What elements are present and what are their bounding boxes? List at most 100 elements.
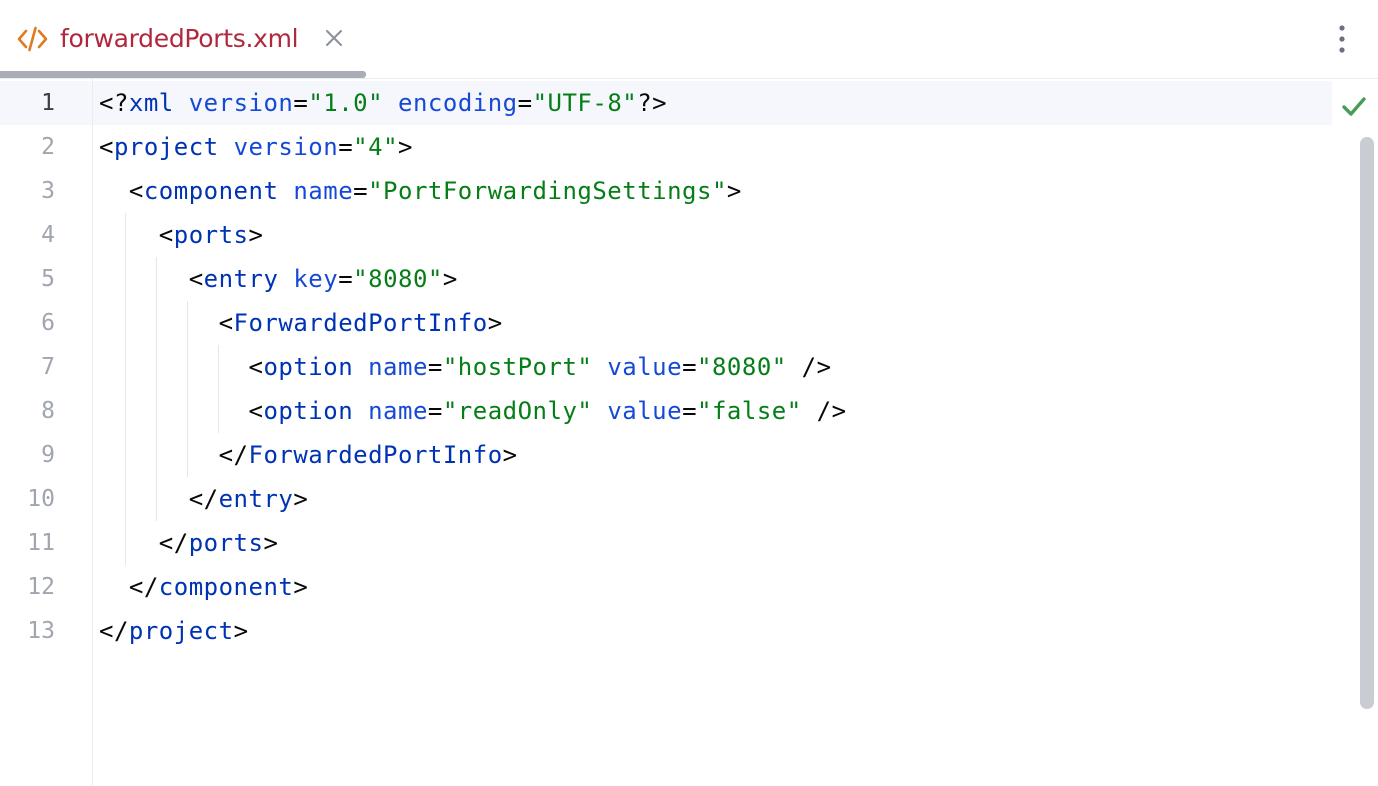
line-number: 12 (27, 574, 55, 600)
code-editor[interactable]: 1 <?xml version="1.0" encoding="UTF-8"?> 2… (0, 79, 1378, 786)
code-token: value (607, 397, 683, 425)
code-token: < (99, 221, 174, 249)
code-token: option (263, 397, 354, 425)
more-vertical-icon[interactable] (1326, 22, 1358, 56)
code-token: version (188, 89, 294, 117)
code-token: > (398, 133, 413, 161)
code-token: > (487, 309, 503, 337)
code-text: <option name="hostPort" value="8080" /> (99, 345, 832, 389)
close-icon[interactable] (322, 26, 346, 50)
code-token: value (607, 353, 683, 381)
code-token: > (263, 529, 279, 557)
active-tab-indicator (0, 71, 366, 78)
code-token: /> (786, 353, 832, 381)
code-token: "hostPort" (442, 353, 593, 381)
code-text: </ForwardedPortInfo> (99, 433, 518, 477)
code-token: </ (99, 573, 159, 601)
code-text: </entry> (99, 477, 308, 521)
code-token: ForwardedPortInfo (248, 441, 503, 469)
code-line[interactable]: 8 <option name="readOnly" value="false" … (0, 389, 1332, 433)
line-number: 4 (41, 222, 55, 248)
code-text: <project version="4"> (99, 125, 413, 169)
line-number: 9 (41, 442, 55, 468)
code-token: key (293, 265, 339, 293)
vertical-scrollbar[interactable] (1360, 137, 1374, 709)
code-token: < (99, 177, 144, 205)
code-line[interactable]: 7 <option name="hostPort" value="8080" /… (0, 345, 1332, 389)
code-token: <? (99, 89, 129, 117)
code-token: ports (173, 221, 249, 249)
code-line[interactable]: 5 <entry key="8080"> (0, 257, 1332, 301)
code-token: name (368, 397, 428, 425)
code-line[interactable]: 4 <ports> (0, 213, 1332, 257)
line-number: 3 (41, 178, 55, 204)
code-token: "4" (353, 133, 399, 161)
code-line[interactable]: 2 <project version="4"> (0, 125, 1332, 169)
code-token: = (338, 133, 354, 161)
code-line[interactable]: 1 <?xml version="1.0" encoding="UTF-8"?> (0, 81, 1332, 125)
code-text: <ForwardedPortInfo> (99, 301, 503, 345)
code-token: </ (99, 485, 219, 513)
code-token: = (338, 265, 354, 293)
checkmark-icon[interactable] (1340, 93, 1368, 119)
tab-title: forwardedPorts.xml (60, 24, 299, 53)
code-token: < (99, 397, 264, 425)
line-number: 11 (27, 530, 55, 556)
code-token: > (248, 221, 264, 249)
code-text: <entry key="8080"> (99, 257, 458, 301)
code-token: = (427, 397, 443, 425)
code-token: "1.0" (308, 89, 384, 117)
line-number: 5 (41, 266, 55, 292)
code-token: component (158, 573, 294, 601)
code-token: > (293, 485, 309, 513)
code-token: "8080" (353, 265, 443, 293)
code-token: project (113, 133, 219, 161)
code-line[interactable]: 13 </project> (0, 609, 1332, 653)
code-text: <component name="PortForwardingSettings"… (99, 169, 742, 213)
code-token: = (427, 353, 443, 381)
code-line[interactable]: 3 <component name="PortForwardingSetting… (0, 169, 1332, 213)
code-line[interactable]: 12 </component> (0, 565, 1332, 609)
code-token: = (293, 89, 309, 117)
code-token: > (233, 617, 249, 645)
code-text: </component> (99, 565, 308, 609)
code-token: </ (99, 617, 129, 645)
code-line[interactable]: 11 </ports> (0, 521, 1332, 565)
line-number: 7 (41, 354, 55, 380)
code-token: name (293, 177, 354, 205)
code-token: entry (203, 265, 279, 293)
code-line[interactable]: 6 <ForwardedPortInfo> (0, 301, 1332, 345)
code-token: < (99, 353, 264, 381)
line-number: 13 (27, 618, 55, 644)
code-token: name (368, 353, 428, 381)
code-token: "readOnly" (442, 397, 593, 425)
code-token: = (682, 397, 698, 425)
code-token: </ (99, 441, 249, 469)
code-token: "false" (697, 397, 802, 425)
code-token: < (99, 265, 204, 293)
code-text: <?xml version="1.0" encoding="UTF-8"?> (99, 81, 667, 125)
line-number: 2 (41, 134, 55, 160)
code-token: "UTF-8" (532, 89, 638, 117)
xml-file-icon (16, 25, 50, 53)
code-token: < (99, 133, 114, 161)
code-token: entry (218, 485, 294, 513)
code-token: encoding (398, 89, 518, 117)
line-number: 10 (27, 486, 55, 512)
code-text: <option name="readOnly" value="false" /> (99, 389, 847, 433)
code-text: </ports> (99, 521, 278, 565)
code-token: ports (188, 529, 264, 557)
tab-forwarded-ports-xml[interactable]: forwardedPorts.xml (0, 0, 366, 78)
code-line[interactable]: 9 </ForwardedPortInfo> (0, 433, 1332, 477)
code-token: "PortForwardingSettings" (368, 177, 727, 205)
code-token: > (293, 573, 309, 601)
code-token: = (682, 353, 698, 381)
code-text: <ports> (99, 213, 263, 257)
code-line[interactable]: 10 </entry> (0, 477, 1332, 521)
